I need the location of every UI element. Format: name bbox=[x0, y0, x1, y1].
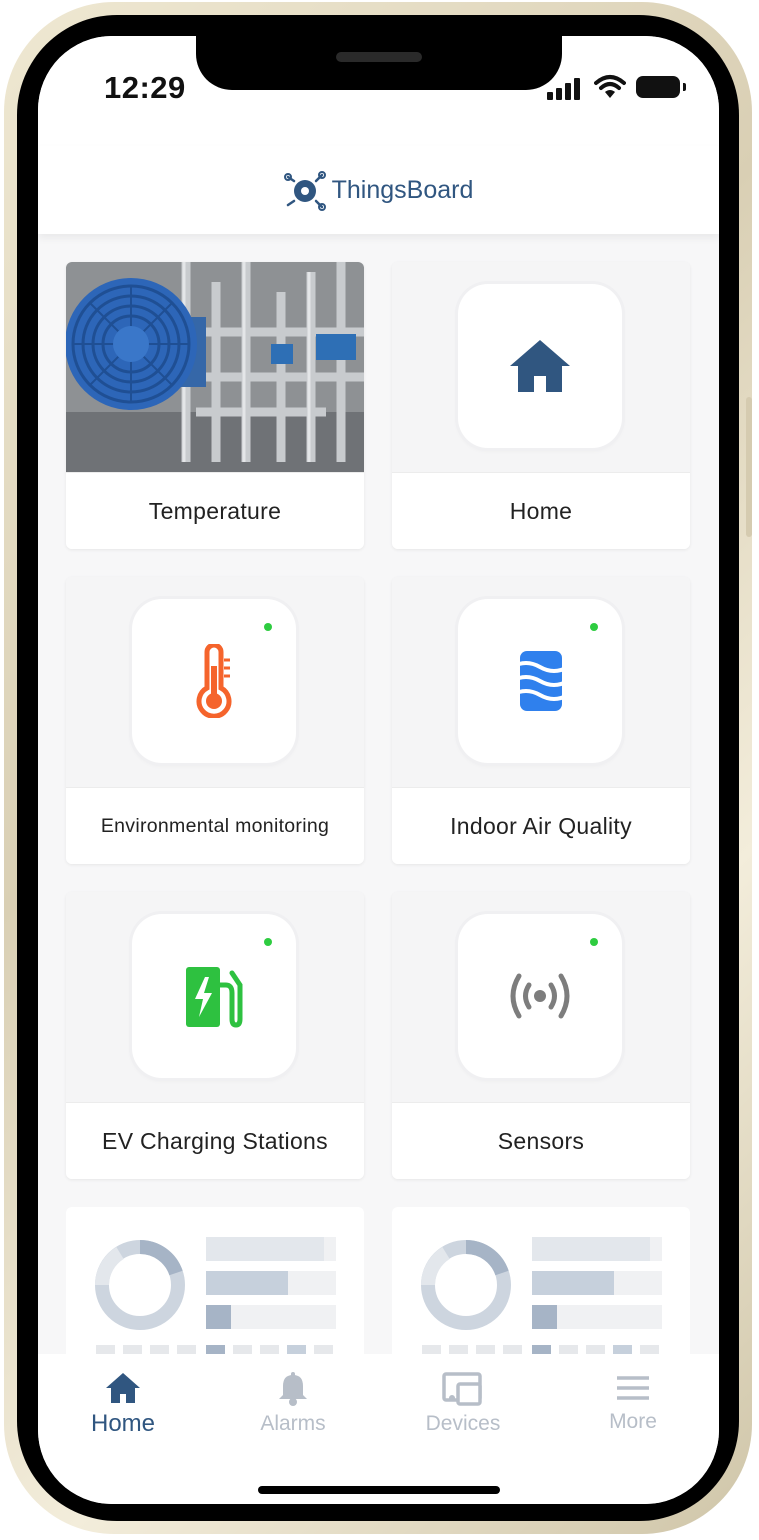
bottom-navigation: Home Alarms Devices More bbox=[38, 1354, 719, 1504]
side-button bbox=[746, 397, 752, 537]
nav-item-home[interactable]: Home bbox=[53, 1372, 193, 1438]
card-label-area: Temperature bbox=[66, 472, 364, 549]
menu-icon bbox=[617, 1376, 649, 1400]
card-label: EV Charging Stations bbox=[102, 1128, 328, 1154]
ev-charging-icon bbox=[186, 967, 243, 1028]
dashboard-card-sensors[interactable]: Sensors bbox=[392, 892, 690, 1179]
nav-label: More bbox=[609, 1410, 657, 1433]
thingsboard-logo-icon bbox=[283, 171, 326, 211]
card-label: Indoor Air Quality bbox=[450, 813, 632, 839]
dashboard-grid: Temperature Home Environmental monitorin… bbox=[38, 234, 719, 1354]
online-status-dot bbox=[264, 623, 272, 631]
battery-icon bbox=[636, 76, 686, 98]
donut-placeholder-icon bbox=[95, 1240, 185, 1330]
cellular-signal-icon bbox=[547, 78, 583, 100]
dashboard-card-environmental-monitoring[interactable]: Environmental monitoring bbox=[66, 577, 364, 864]
home-icon bbox=[510, 340, 570, 392]
nav-item-more[interactable]: More bbox=[563, 1372, 703, 1434]
dashboard-card-temperature[interactable]: Temperature bbox=[66, 262, 364, 549]
wifi-icon bbox=[594, 75, 626, 98]
home-indicator[interactable] bbox=[258, 1486, 500, 1494]
dashboard-card-ev-charging-stations[interactable]: EV Charging Stations bbox=[66, 892, 364, 1179]
dashboard-card-home[interactable]: Home bbox=[392, 262, 690, 549]
card-label: Sensors bbox=[497, 1128, 585, 1154]
nav-label: Alarms bbox=[260, 1412, 326, 1435]
nav-item-devices[interactable]: Devices bbox=[393, 1372, 533, 1436]
status-time: 12:29 bbox=[104, 70, 186, 105]
icon-tile bbox=[458, 914, 622, 1078]
dashboard-card-placeholder bbox=[66, 1207, 364, 1354]
devices-icon bbox=[442, 1372, 482, 1406]
thermometer-icon bbox=[196, 644, 232, 718]
online-status-dot bbox=[264, 938, 272, 946]
icon-tile bbox=[458, 284, 622, 448]
sensor-signal-icon bbox=[510, 973, 570, 1019]
bell-icon bbox=[279, 1372, 307, 1406]
online-status-dot bbox=[590, 938, 598, 946]
home-icon bbox=[106, 1373, 140, 1403]
air-quality-icon bbox=[511, 651, 569, 711]
industrial-equipment-image bbox=[66, 262, 364, 472]
donut-placeholder-icon bbox=[421, 1240, 511, 1330]
icon-tile bbox=[132, 914, 296, 1078]
nav-label: Devices bbox=[425, 1412, 501, 1435]
app-header: ThingsBoard bbox=[38, 146, 719, 234]
dashboard-card-placeholder bbox=[392, 1207, 690, 1354]
nav-item-alarms[interactable]: Alarms bbox=[223, 1372, 363, 1436]
speaker bbox=[336, 52, 422, 62]
dashboard-card-indoor-air-quality[interactable]: Indoor Air Quality bbox=[392, 577, 690, 864]
notch bbox=[196, 36, 562, 90]
nav-label: Home bbox=[90, 1410, 156, 1437]
app-screen: 12:29 ThingsBoard Temperature Home Envir… bbox=[38, 36, 719, 1504]
status-bar: 12:29 bbox=[38, 36, 719, 146]
card-label: Environmental monitoring bbox=[100, 815, 330, 837]
card-label: Temperature bbox=[148, 498, 282, 524]
brand[interactable]: ThingsBoard bbox=[283, 169, 474, 211]
card-label: Home bbox=[509, 498, 573, 524]
icon-tile bbox=[132, 599, 296, 763]
app-title: ThingsBoard bbox=[331, 175, 474, 204]
online-status-dot bbox=[590, 623, 598, 631]
icon-tile bbox=[458, 599, 622, 763]
